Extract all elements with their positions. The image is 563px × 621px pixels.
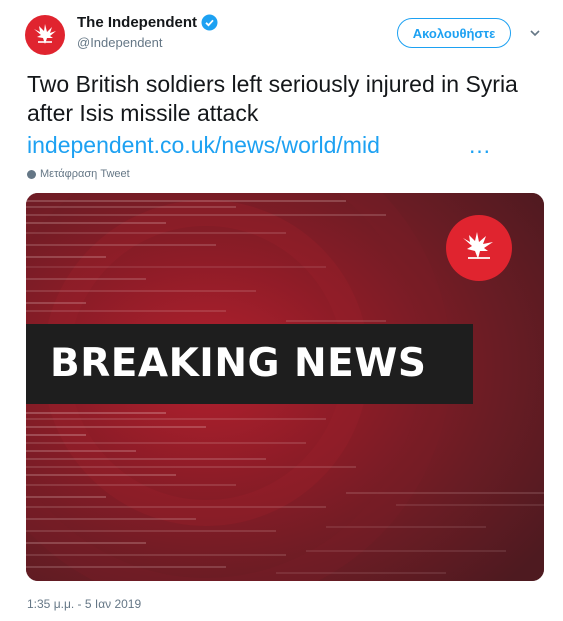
account-handle[interactable]: @Independent [77,35,218,50]
tweet-timestamp[interactable]: 1:35 μ.μ. - 5 Ιαν 2019 [27,597,141,611]
globe-icon [27,169,36,179]
eagle-logo-icon [34,24,56,44]
follow-button[interactable]: Ακολουθήστε [397,18,511,48]
display-name[interactable]: The Independent [77,14,218,31]
breaking-news-banner: BREAKING NEWS [50,341,427,386]
account-info[interactable]: The Independent @Independent [77,14,218,50]
verified-badge-icon [201,14,218,31]
display-name-text: The Independent [77,14,197,31]
tweet-text: Two British soldiers left seriously inju… [27,71,518,126]
translate-label: Μετάφραση Tweet [40,168,130,180]
translate-tweet-link[interactable]: Μετάφραση Tweet [27,168,130,180]
chevron-down-icon[interactable] [528,26,542,40]
tweet-link[interactable]: independent.co.uk/news/world/mid [27,131,380,160]
link-ellipsis: … [468,132,491,158]
media-card[interactable]: BREAKING NEWS [26,193,544,581]
avatar[interactable] [25,15,65,55]
